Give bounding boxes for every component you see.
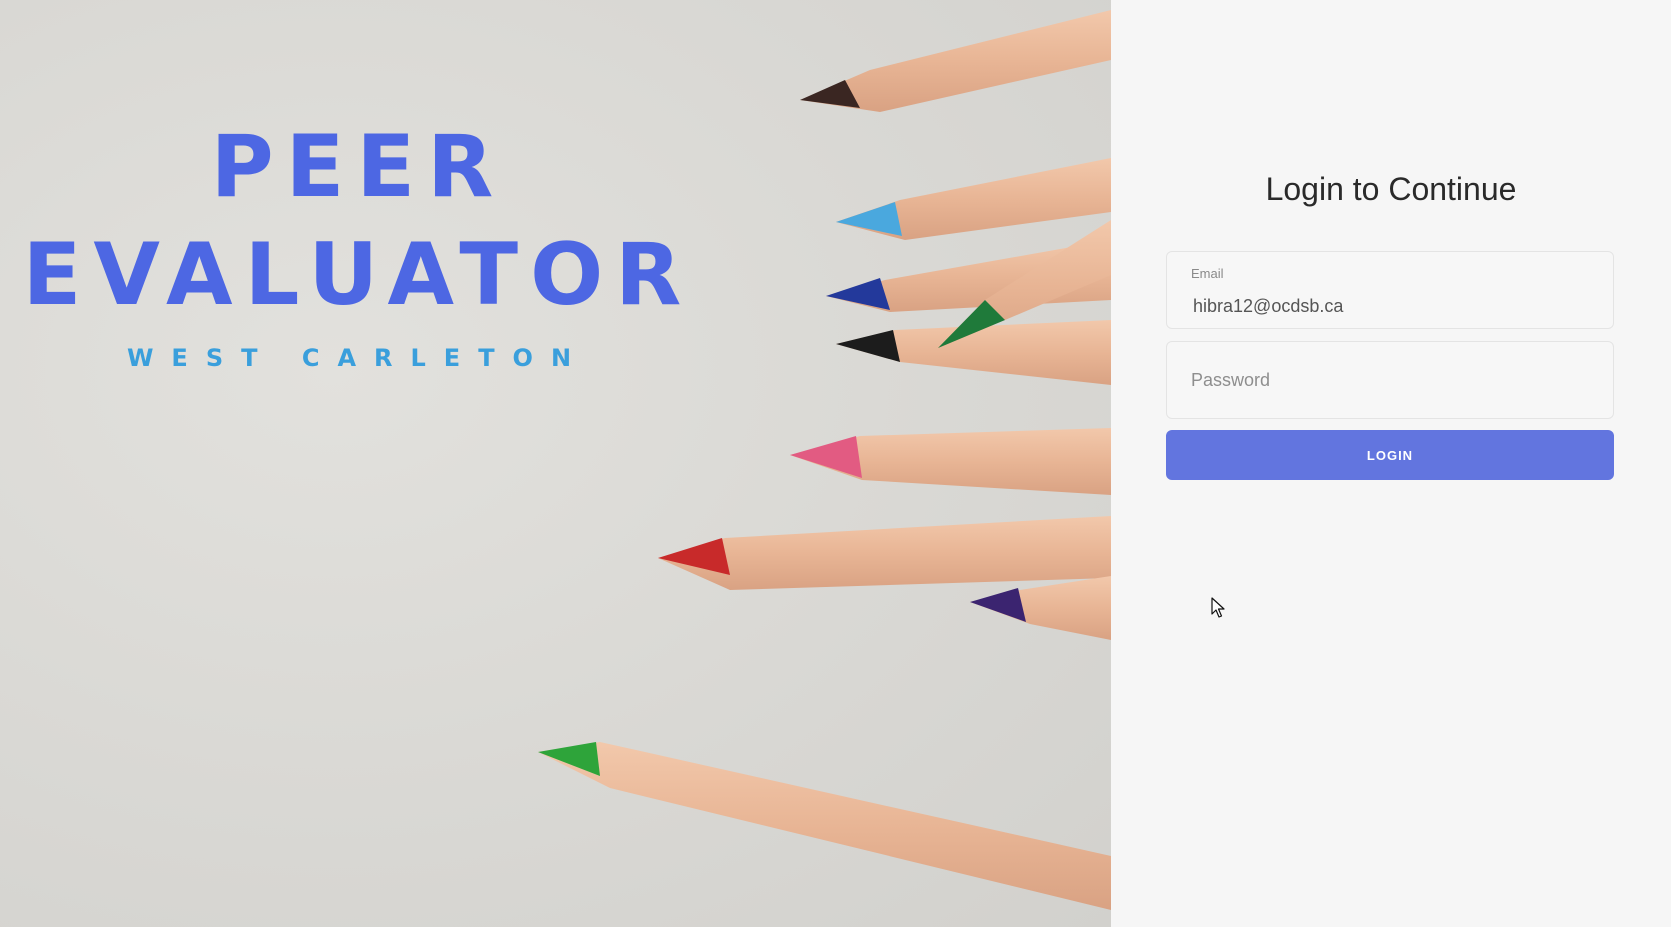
- brand-title-line1: PEER: [210, 117, 506, 217]
- mouse-pointer-icon: [1211, 597, 1225, 618]
- login-button[interactable]: LOGIN: [1166, 430, 1614, 480]
- brand-subtitle: WEST CARLETON: [126, 344, 590, 372]
- email-field[interactable]: Email hibra12@ocdsb.ca: [1166, 251, 1614, 329]
- login-title: Login to Continue: [1265, 171, 1517, 207]
- password-field[interactable]: [1166, 341, 1614, 419]
- email-value[interactable]: hibra12@ocdsb.ca: [1193, 296, 1343, 316]
- brand-title-line2: EVALUATOR: [22, 225, 694, 325]
- hero-panel: PEER EVALUATOR WEST CARLETON: [0, 0, 1111, 927]
- email-label: Email: [1191, 266, 1224, 281]
- password-input[interactable]: [1167, 342, 1613, 418]
- login-panel: Login to Continue Email hibra12@ocdsb.ca…: [1111, 0, 1671, 927]
